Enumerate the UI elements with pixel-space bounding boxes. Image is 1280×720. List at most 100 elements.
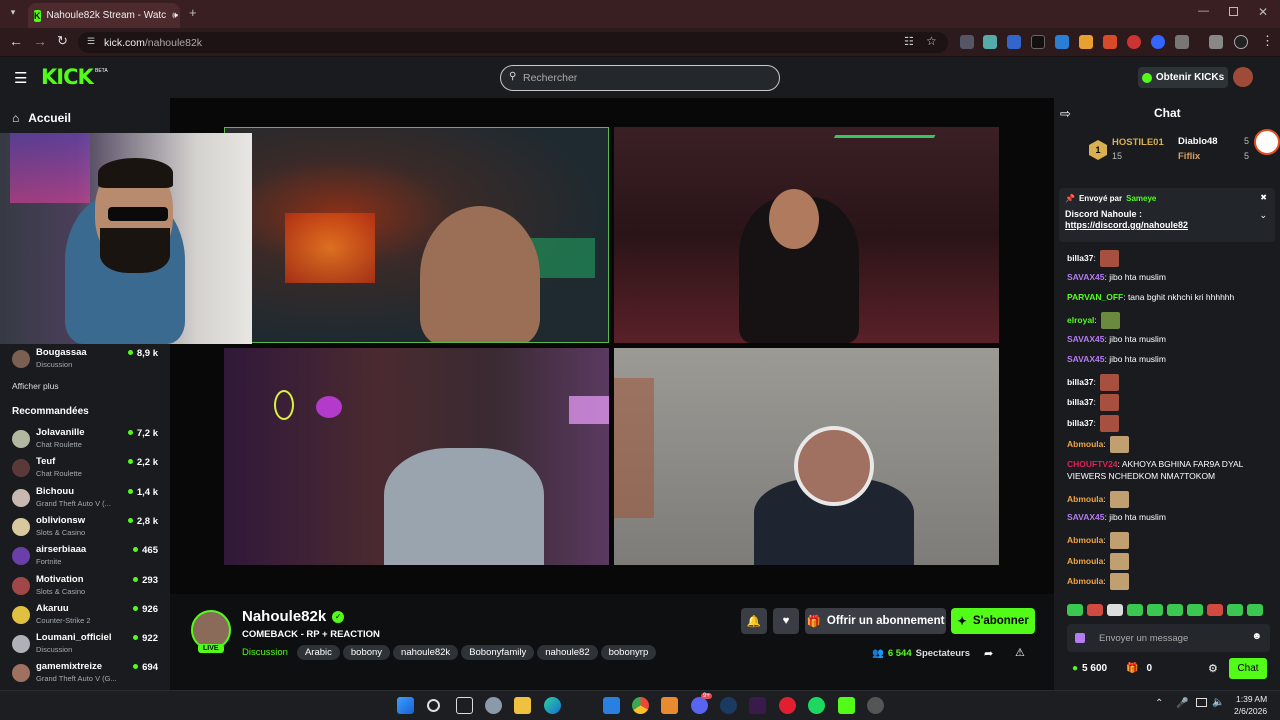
sponsor-logo[interactable] (1254, 129, 1280, 155)
clock-date[interactable]: 2/6/2026 (1234, 706, 1267, 716)
clock-time[interactable]: 1:39 AM (1236, 694, 1267, 704)
sidebar-item-home[interactable]: ⌂ Accueil (12, 111, 71, 125)
emote-icon[interactable] (1067, 604, 1083, 616)
app-icon[interactable] (867, 697, 884, 714)
puzzle-extensions-icon[interactable] (1175, 35, 1189, 49)
extension-icon[interactable] (1151, 35, 1165, 49)
stream-tag[interactable]: bobonyrp (600, 645, 657, 660)
stream-tag[interactable]: bobony (342, 645, 391, 660)
restore-icon[interactable] (1229, 7, 1238, 16)
chat-username[interactable]: PARVAN_OFF (1067, 292, 1123, 302)
file-explorer-icon[interactable] (514, 697, 531, 714)
volume-icon[interactable]: 🔈 (1212, 697, 1224, 708)
stream-tag[interactable]: nahoule82k (393, 645, 459, 660)
discord-icon[interactable] (691, 697, 708, 714)
user-avatar[interactable] (1233, 67, 1253, 87)
tray-chevron-icon[interactable]: ⌃ (1155, 698, 1163, 709)
channel-points[interactable]: 5 600 (1082, 663, 1107, 674)
kick-app-icon[interactable] (838, 697, 855, 714)
extension-icon[interactable] (1055, 35, 1069, 49)
pinned-sender[interactable]: Sameye (1126, 194, 1156, 203)
subscribe-button[interactable]: ✦ S'abonner (951, 608, 1035, 634)
browser-tab[interactable]: K Nahoule82k Stream - Watc 🕪 ✕ (28, 3, 180, 28)
emote-icon[interactable] (1227, 604, 1243, 616)
reading-list-icon[interactable] (1209, 35, 1223, 49)
chat-username[interactable]: Abmoula (1067, 494, 1103, 504)
sidebar-channel[interactable]: Motivation Slots & Casino 293 (0, 573, 170, 601)
stream-tag[interactable]: nahoule82 (537, 645, 598, 660)
sidebar-channel[interactable]: gamemixtreize Grand Theft Auto V (G... 694 (0, 660, 170, 688)
gift-count[interactable]: 0 (1146, 663, 1152, 674)
chat-username[interactable]: billa37 (1067, 418, 1093, 428)
emote-icon[interactable] (1167, 604, 1183, 616)
chat-input[interactable]: Envoyer un message ☻ (1067, 624, 1270, 652)
extension-icon[interactable] (983, 35, 997, 49)
edge-icon[interactable] (544, 697, 561, 714)
new-tab-icon[interactable]: + (189, 5, 197, 20)
chat-username[interactable]: SAVAX45 (1067, 512, 1104, 522)
profile-icon[interactable] (1234, 35, 1248, 49)
emote-icon[interactable] (1247, 604, 1263, 616)
share-icon[interactable]: ➦ (984, 647, 993, 660)
sidebar-channel[interactable]: Loumani_officiel Discussion 922 (0, 631, 170, 659)
chat-username[interactable]: billa37 (1067, 253, 1093, 263)
emoji-icon[interactable]: ☻ (1251, 631, 1262, 642)
extension-icon[interactable] (960, 35, 974, 49)
reload-icon[interactable]: ↻ (57, 33, 68, 49)
network-icon[interactable] (1196, 698, 1207, 707)
chat-username[interactable]: Abmoula (1067, 535, 1103, 545)
stream-tag[interactable]: Bobonyfamily (461, 645, 535, 660)
bookmark-star-icon[interactable]: ☆ (926, 34, 937, 48)
browser-menu-icon[interactable]: ⋮ (1261, 33, 1274, 49)
chat-username[interactable]: SAVAX45 (1067, 354, 1104, 364)
unpin-icon[interactable]: ✖ (1260, 193, 1267, 202)
menu-icon[interactable]: ☰ (14, 69, 27, 87)
forward-icon[interactable]: → (33, 33, 47, 49)
chrome-icon[interactable] (632, 697, 649, 714)
back-icon[interactable]: ← (9, 33, 23, 49)
chat-username[interactable]: billa37 (1067, 377, 1093, 387)
steam-icon[interactable] (720, 697, 737, 714)
task-view-icon[interactable] (456, 697, 473, 714)
chat-username[interactable]: Abmoula (1067, 556, 1103, 566)
tab-audio-icon[interactable]: 🕪 (172, 10, 178, 21)
search-input[interactable]: ⚲ Rechercher (500, 65, 780, 91)
chat-username[interactable]: billa37 (1067, 397, 1093, 407)
chat-username[interactable]: Abmoula (1067, 439, 1103, 449)
opera-icon[interactable] (779, 697, 796, 714)
mail-icon[interactable] (603, 697, 620, 714)
chat-username[interactable]: Abmoula (1067, 576, 1103, 586)
tab-list-chevron-icon[interactable]: ▾ (6, 7, 20, 21)
show-more-link[interactable]: Afficher plus (12, 381, 59, 391)
chat-username[interactable]: CHOUFTV24 (1067, 459, 1118, 469)
streamer-name[interactable]: Nahoule82k (242, 608, 326, 625)
search-taskbar-icon[interactable] (427, 699, 440, 712)
extension-icon[interactable] (1031, 35, 1045, 49)
site-info-icon[interactable]: ☰ (87, 36, 95, 47)
chat-username[interactable]: SAVAX45 (1067, 272, 1104, 282)
emote-icon[interactable] (1147, 604, 1163, 616)
leader-name-2[interactable]: Diablo48 (1178, 136, 1218, 147)
chat-identity-icon[interactable] (1075, 633, 1085, 643)
emote-icon[interactable] (1087, 604, 1103, 616)
settings-taskbar-icon[interactable] (485, 697, 502, 714)
extension-icon[interactable] (1079, 35, 1093, 49)
app-icon[interactable] (749, 697, 766, 714)
chat-username[interactable]: SAVAX45 (1067, 334, 1104, 344)
sidebar-channel[interactable]: airserbiaaa Fortnite 465 (0, 543, 170, 571)
sidebar-channel[interactable]: Bichouu Grand Theft Auto V (... 1,4 k (0, 485, 170, 513)
stream-category-link[interactable]: Discussion (242, 647, 288, 658)
video-player[interactable] (170, 98, 1054, 594)
sidebar-channel[interactable]: oblivionsw Slots & Casino 2,8 k (0, 514, 170, 542)
collapse-chat-icon[interactable]: ⇨ (1060, 106, 1071, 122)
kick-logo[interactable]: KICK (41, 65, 94, 89)
translate-icon[interactable]: ☷ (904, 35, 914, 48)
pinned-link[interactable]: https://discord.gg/nahoule82 (1065, 220, 1269, 230)
leader-name-3[interactable]: Fiflix (1178, 151, 1200, 162)
chat-username[interactable]: elroyal (1067, 315, 1094, 325)
microphone-icon[interactable]: 🎤 (1176, 698, 1188, 709)
follow-heart-button[interactable]: ♥ (773, 608, 799, 634)
url-field[interactable]: ☰ kick.com/nahoule82k ☷ ☆ (78, 32, 948, 53)
report-warning-icon[interactable]: ⚠ (1015, 646, 1025, 659)
sidebar-channel[interactable]: Teuf Chat Roulette 2,2 k (0, 455, 170, 483)
